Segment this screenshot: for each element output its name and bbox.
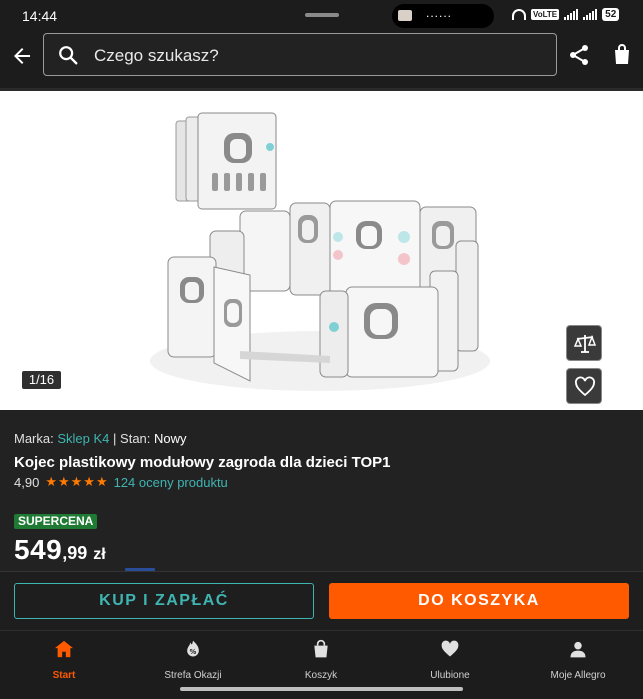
condition-value: Nowy [154,431,187,446]
notification-chip[interactable]: ...... [392,4,494,28]
shopping-bag-icon[interactable] [610,42,634,66]
status-icons: VoLTE 52 [512,8,620,21]
nav-label-moje-allegro: Moje Allegro [550,670,606,681]
rating-row: 4,90 ★ ★ ★ ★ ★ 124 oceny produktu [14,474,228,490]
star-icon: ★ [70,474,83,489]
search-icon [59,46,78,65]
product-meta: Marka: Sklep K4 | Stan: Nowy [14,430,629,448]
scale-icon [573,334,597,353]
wifi-icon [512,9,526,20]
compare-button[interactable] [566,325,602,361]
battery-icon: 52 [602,8,620,21]
signal-icon [564,9,579,20]
add-to-favorites-button[interactable] [566,368,602,404]
image-counter: 1/16 [22,371,61,389]
condition-label: Stan: [120,431,151,446]
back-arrow-icon[interactable] [10,44,34,68]
star-icon: ★ [83,474,95,489]
product-title: Kojec plastikowy modułowy zagroda dla dz… [14,454,391,471]
status-bar: 14:44 ...... VoLTE 52 [0,0,643,32]
search-placeholder: Czego szukasz? [94,46,219,65]
share-icon[interactable] [567,43,591,67]
product-photo [150,112,490,391]
buy-now-button[interactable]: KUP I ZAPŁAĆ [14,583,314,619]
product-image-gallery[interactable]: 1/16 [0,91,643,410]
nav-item-start[interactable]: Start [14,639,114,683]
supercena-badge: SUPERCENA [14,514,98,529]
add-to-cart-button[interactable]: DO KOSZYKA [329,583,629,619]
price-main: 549 [14,534,63,565]
star-icon: ★ [45,474,57,489]
reviews-link[interactable]: 124 oceny produktu [114,475,228,490]
star-icon: ★ [57,474,70,489]
meta-separator: | [113,431,117,446]
brand-label: Marka: [14,431,54,446]
price-decimal: ,99 [62,543,88,563]
nav-label-ulubione: Ulubione [430,670,470,681]
deals-icon: % [187,640,199,657]
brand-link[interactable]: Sklep K4 [57,431,109,446]
heart-outline-icon [575,376,595,397]
price: 549 ,99 zł [14,534,106,566]
price-currency: zł [93,546,106,563]
nav-item-strefa-okazji[interactable]: % Strefa Okazji [143,639,243,683]
gesture-bar[interactable] [180,687,463,691]
volte-badge: VoLTE [531,9,560,20]
brand-line: Marka: Sklep K4 | Stan: Nowy [14,430,629,448]
rating-stars: ★ ★ ★ ★ ★ [45,474,107,490]
nav-item-koszyk[interactable]: Koszyk [271,639,371,683]
nav-label-strefa-okazji: Strefa Okazji [164,670,222,681]
user-icon [570,641,586,658]
home-icon [54,640,74,658]
camera-pill [305,13,339,17]
rating-value: 4,90 [14,474,40,490]
notification-text: ...... [426,6,453,20]
app-header: Czego szukasz? [0,32,643,88]
notification-thumbnail-icon [398,10,412,21]
search-input[interactable]: Czego szukasz? [43,33,557,76]
cart-icon [314,639,328,658]
nav-item-ulubione[interactable]: Ulubione [400,639,500,683]
status-time: 14:44 [22,8,58,24]
purchase-action-bar: KUP I ZAPŁAĆ DO KOSZYKA [0,571,643,630]
heart-icon [441,640,459,657]
nav-item-moje-allegro[interactable]: Moje Allegro [528,639,628,683]
star-icon: ★ [95,474,108,489]
signal-icon-2 [583,9,598,20]
nav-label-koszyk: Koszyk [304,670,338,681]
svg-text:%: % [190,648,197,656]
nav-label-start: Start [52,670,76,681]
